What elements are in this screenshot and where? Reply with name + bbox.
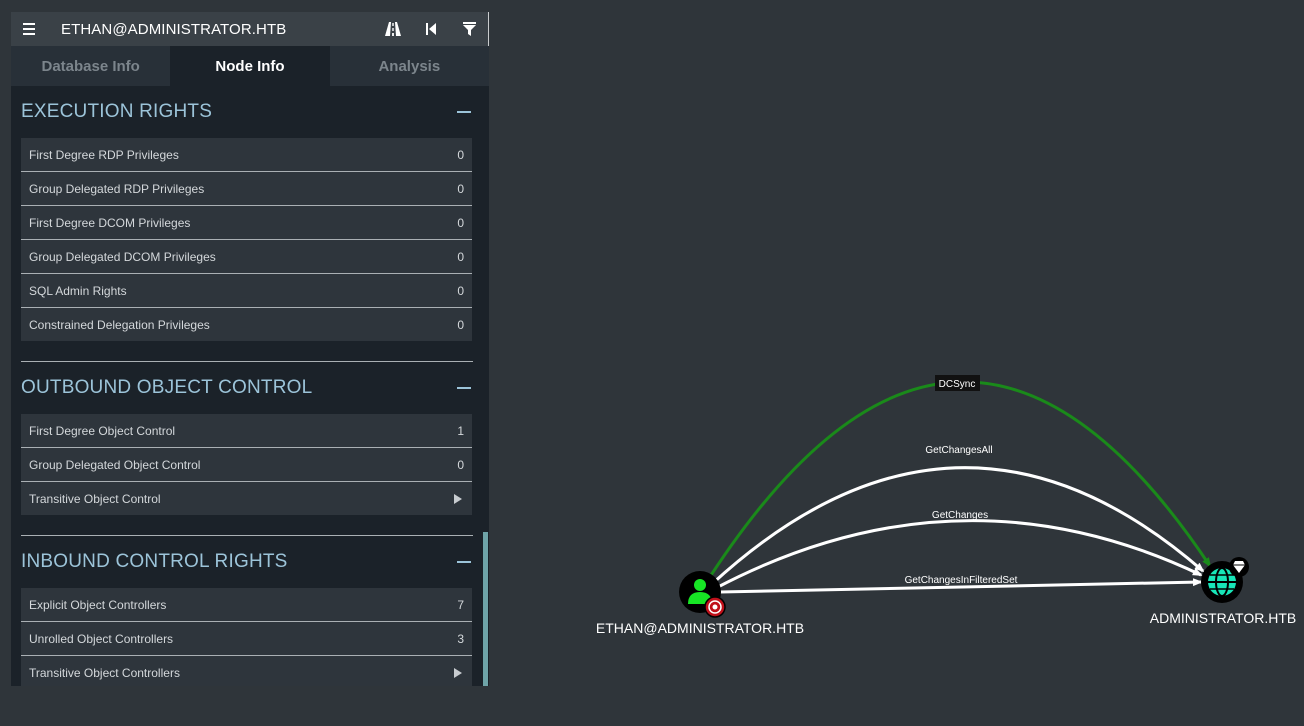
target-icon: [704, 596, 726, 618]
node-label-target[interactable]: ADMINISTRATOR.HTB: [1150, 610, 1297, 626]
node-label-source[interactable]: ETHAN@ADMINISTRATOR.HTB: [596, 620, 804, 636]
edge-getchangesall[interactable]: [710, 466, 1205, 586]
edge-label-dcsync[interactable]: DCSync: [939, 379, 976, 390]
edge-label-getchanges[interactable]: GetChanges: [932, 510, 988, 521]
edge-dcsync[interactable]: [702, 380, 1212, 587]
diamond-icon: [1229, 557, 1249, 577]
edge-label-getchangesinfilteredset[interactable]: GetChangesInFilteredSet: [905, 575, 1018, 586]
edge-label-getchangesall[interactable]: GetChangesAll: [925, 445, 992, 456]
graph-canvas[interactable]: DCSync GetChangesAll GetChanges GetChang…: [0, 0, 1304, 726]
